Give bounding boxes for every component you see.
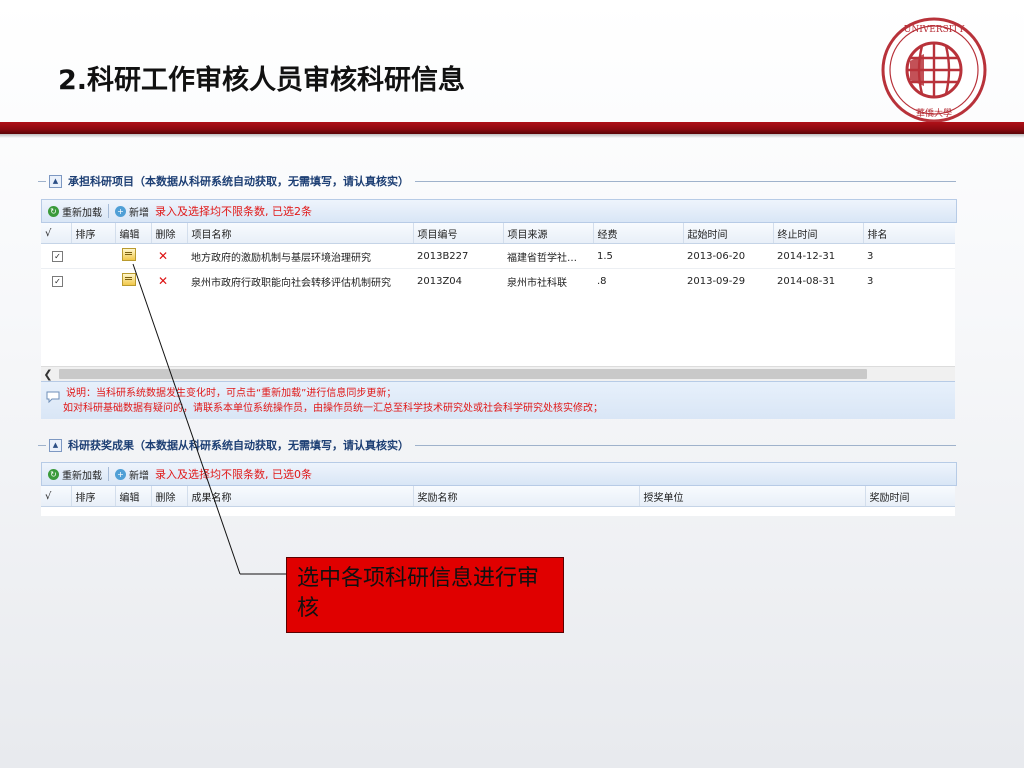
callout-connector-line xyxy=(132,263,286,575)
callout-box: 选中各项科研信息进行审核 xyxy=(286,557,564,633)
